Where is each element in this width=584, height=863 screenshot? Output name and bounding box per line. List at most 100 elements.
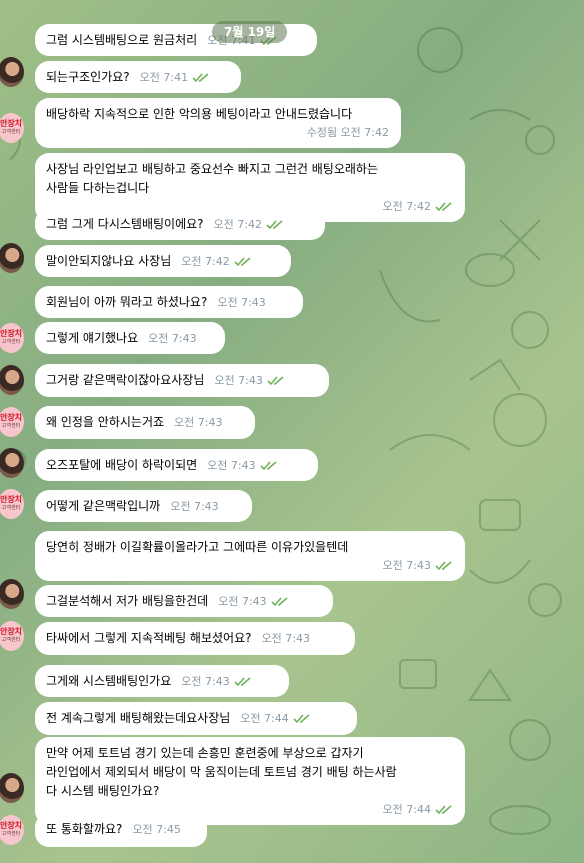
- message-text: 또 통화할까요?: [46, 822, 123, 836]
- message-text: 말이안되지않나요 사장님: [46, 254, 172, 268]
- message-bubble[interactable]: 당연히 정배가 이길확률이올라가고 그에따른 이유가있을텐데오전 7:43: [35, 531, 465, 581]
- message-text: 사장님 라인업보고 배팅하고 중요선수 빠지고 그런건 배팅오래하는 사람들 다…: [46, 162, 379, 195]
- support-avatar-logo-sub: 고객센터: [1, 423, 21, 429]
- message-time: 오전 7:43: [207, 456, 277, 475]
- support-avatar-logo-sub: 고객센터: [1, 637, 21, 643]
- support-avatar-logo-text: 안장치: [0, 495, 23, 504]
- message-bubble[interactable]: 그걸분석해서 저가 배팅을한건데 오전 7:43: [35, 585, 333, 617]
- message-text: 그럼 시스템배팅으로 원금처리: [46, 33, 198, 47]
- read-checkmarks-icon: [234, 677, 251, 687]
- message-timestamp: 오전 7:43: [170, 500, 219, 513]
- message-text: 그렇게 얘기했나요: [46, 331, 139, 345]
- message-timestamp: 오전 7:42: [181, 255, 230, 268]
- support-avatar-logo-sub: 고객센터: [1, 831, 21, 837]
- support-avatar[interactable]: 안장치 고객센터: [0, 323, 24, 353]
- support-avatar[interactable]: 안장치 고객센터: [0, 815, 24, 845]
- read-checkmarks-icon: [260, 461, 277, 471]
- message-timestamp: 오전 7:43: [174, 416, 223, 429]
- support-avatar-logo-sub: 고객센터: [1, 339, 21, 345]
- support-avatar[interactable]: 안장치 고객센터: [0, 489, 24, 519]
- support-avatar-logo-text: 안장치: [0, 329, 23, 338]
- message-time: 수정됨 오전 7:42: [46, 123, 389, 142]
- message-time: 오전 7:43: [46, 556, 453, 575]
- message-text: 오즈포탈에 배당이 하락이되면: [46, 458, 198, 472]
- message-time: 오전 7:43: [174, 413, 222, 432]
- user-avatar[interactable]: [0, 243, 24, 273]
- message-text: 그게왜 시스템배팅인가요: [46, 674, 172, 688]
- message-bubble[interactable]: 전 계속그렇게 배팅해왔는데요사장님 오전 7:44: [35, 702, 357, 735]
- message-text: 그럼 그게 다시스템배팅이에요?: [46, 217, 204, 231]
- support-avatar[interactable]: 안장치 고객센터: [0, 407, 24, 437]
- support-avatar-logo-sub: 고객센터: [1, 129, 21, 135]
- message-text: 만약 어제 토트넘 경기 있는데 손흥민 훈련중에 부상으로 갑자기 라인업에서…: [46, 746, 397, 798]
- message-time: 오전 7:44: [240, 709, 310, 728]
- read-checkmarks-icon: [234, 257, 251, 267]
- message-bubble[interactable]: 왜 인정을 안하시는거죠 오전 7:43: [35, 406, 255, 439]
- message-text: 되는구조인가요?: [46, 70, 130, 84]
- message-timestamp: 오전 7:43: [207, 459, 256, 472]
- date-divider: 7월 19일: [212, 21, 288, 43]
- message-time: 오전 7:42: [214, 215, 284, 234]
- read-checkmarks-icon: [271, 597, 288, 607]
- support-avatar-logo-text: 안장치: [0, 821, 23, 830]
- message-timestamp: 오전 7:43: [382, 559, 431, 572]
- message-timestamp: 오전 7:44: [382, 803, 431, 816]
- support-avatar-logo-text: 안장치: [0, 413, 23, 422]
- message-timestamp: 오전 7:43: [214, 374, 263, 387]
- chat-window: 그럼 시스템배팅으로 원금처리오전 7:41되는구조인가요? 오전 7:41 배당하…: [0, 0, 584, 863]
- message-timestamp: 오전 7:41: [139, 71, 189, 84]
- message-bubble[interactable]: 회원님이 아까 뭐라고 하셨나요? 오전 7:43: [35, 286, 303, 318]
- read-checkmarks-icon: [267, 376, 284, 386]
- message-bubble[interactable]: 그게왜 시스템배팅인가요 오전 7:43: [35, 665, 289, 697]
- user-avatar[interactable]: [0, 448, 24, 478]
- read-checkmarks-icon: [435, 805, 452, 815]
- user-avatar[interactable]: [0, 773, 24, 803]
- message-timestamp: 오전 7:44: [240, 712, 289, 725]
- message-bubble[interactable]: 그럼 그게 다시스템배팅이에요? 오전 7:42: [35, 208, 325, 240]
- message-time: 오전 7:43: [170, 497, 218, 516]
- message-bubble[interactable]: 되는구조인가요? 오전 7:41: [35, 61, 241, 93]
- read-checkmarks-icon: [435, 561, 452, 571]
- message-time: 오전 7:43: [217, 293, 265, 312]
- read-checkmarks-icon: [293, 714, 310, 724]
- message-bubble[interactable]: 또 통화할까요? 오전 7:45: [35, 813, 207, 847]
- message-bubble[interactable]: 말이안되지않나요 사장님 오전 7:42: [35, 245, 291, 277]
- message-text: 배당하락 지속적으로 인한 악의용 베팅이라고 안내드렸습니다: [46, 107, 353, 121]
- message-timestamp: 오전 7:43: [261, 632, 310, 645]
- message-timestamp: 오전 7:43: [181, 675, 230, 688]
- message-timestamp: 수정됨 오전 7:42: [306, 126, 389, 139]
- message-timestamp: 오전 7:43: [218, 595, 267, 608]
- message-time: 오전 7:43: [218, 592, 288, 611]
- support-avatar[interactable]: 안장치 고객센터: [0, 621, 24, 651]
- message-bubble[interactable]: 배당하락 지속적으로 인한 악의용 베팅이라고 안내드렸습니다수정됨 오전 7:…: [35, 98, 401, 148]
- message-timestamp: 오전 7:43: [217, 296, 266, 309]
- message-bubble[interactable]: 그렇게 얘기했나요 오전 7:43: [35, 322, 225, 354]
- user-avatar[interactable]: [0, 579, 24, 609]
- message-bubble[interactable]: 어떻게 같은맥락입니까 오전 7:43: [35, 490, 252, 522]
- message-time: 오전 7:43: [262, 629, 310, 648]
- message-text: 전 계속그렇게 배팅해왔는데요사장님: [46, 711, 231, 725]
- message-text: 회원님이 아까 뭐라고 하셨나요?: [46, 295, 208, 309]
- user-avatar[interactable]: [0, 365, 24, 395]
- message-text: 당연히 정배가 이길확률이올라가고 그에따른 이유가있을텐데: [46, 540, 349, 554]
- support-avatar[interactable]: 안장치 고객센터: [0, 113, 24, 143]
- message-bubble[interactable]: 그거랑 같은맥락이잖아요사장님 오전 7:43: [35, 364, 329, 397]
- user-avatar[interactable]: [0, 57, 24, 87]
- message-timestamp: 오전 7:42: [213, 218, 262, 231]
- read-checkmarks-icon: [435, 202, 452, 212]
- message-text: 어떻게 같은맥락입니까: [46, 499, 161, 513]
- read-checkmarks-icon: [266, 220, 283, 230]
- message-timestamp: 오전 7:43: [148, 332, 197, 345]
- message-text: 그걸분석해서 저가 배팅을한건데: [46, 594, 209, 608]
- message-bubble[interactable]: 만약 어제 토트넘 경기 있는데 손흥민 훈련중에 부상으로 갑자기 라인업에서…: [35, 737, 465, 825]
- message-text: 타싸에서 그렇게 지속적베팅 해보셨어요?: [46, 631, 252, 645]
- message-time: 오전 7:42: [181, 252, 251, 271]
- support-avatar-logo-text: 안장치: [0, 119, 23, 128]
- message-timestamp: 오전 7:45: [132, 823, 181, 836]
- support-avatar-logo-sub: 고객센터: [1, 505, 21, 511]
- message-time: 오전 7:43: [214, 371, 284, 390]
- message-bubble[interactable]: 오즈포탈에 배당이 하락이되면 오전 7:43: [35, 449, 318, 481]
- message-time: 오전 7:43: [181, 672, 251, 691]
- message-bubble[interactable]: 타싸에서 그렇게 지속적베팅 해보셨어요? 오전 7:43: [35, 622, 355, 655]
- message-time: 오전 7:43: [148, 329, 196, 348]
